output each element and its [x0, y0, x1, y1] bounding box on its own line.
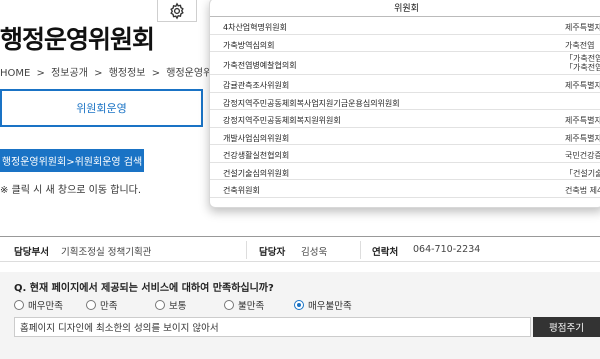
contact-info-bar: 담당부서 기획조정실 정책기획관 담당자 김성욱 연락처 064-710-223…: [0, 236, 600, 262]
manager-value: 김성욱: [301, 247, 328, 258]
opinion-input[interactable]: [14, 317, 531, 337]
radio-button[interactable]: [155, 300, 165, 310]
committee-basis: 「가축전염 「가축전염: [565, 54, 600, 72]
radio-button[interactable]: [86, 300, 96, 310]
phone-label: 연락처: [372, 247, 399, 258]
committee-name: 가축방역심의회: [223, 40, 275, 50]
new-window-notice: ※ 클릭 시 새 창으로 이동 합니다.: [0, 185, 142, 196]
survey-question: Q. 현재 페이지에서 제공되는 서비스에 대하여 만족하십니까?: [14, 283, 274, 294]
radio-button[interactable]: [14, 300, 24, 310]
radio-button-selected[interactable]: [294, 300, 304, 310]
option-label: 만족: [100, 301, 118, 312]
list-item[interactable]: 건축위원회 건축법 제4: [210, 180, 600, 198]
committee-name: 건설기술심의위원회: [223, 168, 290, 178]
committee-name: 가축전염병예찰협의회: [223, 61, 297, 70]
submit-rating-button[interactable]: 평점주기: [533, 317, 600, 337]
satisfaction-survey: Q. 현재 페이지에서 제공되는 서비스에 대하여 만족하십니까? 매우만족 만…: [0, 272, 600, 359]
option-very-dissatisfied[interactable]: 매우불만족: [294, 298, 352, 312]
committee-basis: 가축전염: [565, 40, 595, 50]
list-item[interactable]: 가축방역심의회 가축전염: [210, 35, 600, 52]
option-label: 보통: [169, 301, 187, 312]
list-item[interactable]: 건강생활실천협의회 국민건강증: [210, 145, 600, 163]
committee-basis: 제주특별자: [565, 81, 600, 90]
committee-name: 강정지역주민공동체회복지원위원회: [223, 116, 341, 125]
committee-basis: 제주특별자: [565, 23, 600, 32]
committee-name: 건강생활실천협의회: [223, 151, 290, 160]
option-satisfied[interactable]: 만족: [86, 298, 155, 312]
divider: [360, 241, 361, 259]
breadcrumb-sep: >: [151, 68, 161, 79]
option-label: 매우불만족: [308, 301, 352, 312]
list-item[interactable]: 건설기술심의위원회 「건설기술: [210, 163, 600, 180]
committee-basis: 「건설기술: [565, 168, 600, 178]
settings-button[interactable]: [157, 0, 197, 22]
committee-operation-box[interactable]: 위원회운영: [0, 89, 203, 127]
option-very-satisfied[interactable]: 매우만족: [14, 298, 86, 312]
list-item[interactable]: 4차산업혁명위원회 제주특별자: [210, 17, 600, 35]
option-label: 불만족: [238, 301, 265, 312]
option-neutral[interactable]: 보통: [155, 298, 224, 312]
committee-search-button[interactable]: 행정운영위원회>위원회운영 검색: [0, 149, 144, 172]
popup-header: 위원회: [210, 0, 600, 17]
phone-value: 064-710-2234: [413, 244, 481, 255]
list-item[interactable]: 개발사업심의위원회 제주특별자: [210, 128, 600, 145]
dept-label: 담당부서: [14, 247, 49, 258]
list-item[interactable]: 강정지역주민공동체회복지원위원회 제주특별자: [210, 110, 600, 128]
dept-value: 기획조정실 정책기획관: [61, 247, 152, 258]
list-item[interactable]: 감귤관측조사위원회 제주특별자: [210, 75, 600, 93]
survey-options: 매우만족 만족 보통 불만족 매우불만족: [14, 298, 352, 312]
breadcrumb-home[interactable]: HOME: [0, 68, 30, 79]
committee-name: 건축위원회: [223, 186, 260, 195]
committee-name: 4차산업혁명위원회: [223, 23, 287, 32]
list-item[interactable]: 감정지역주민공동체회복사업지원기금운용심의위원회: [210, 93, 600, 110]
committee-basis: 제주특별자: [565, 133, 600, 143]
committee-dropdown-popup: 위원회 4차산업혁명위원회 제주특별자 가축방역심의회 가축전염 가축전염병예찰…: [209, 0, 600, 208]
breadcrumb-sep: >: [94, 68, 103, 79]
committee-basis: 건축법 제4: [565, 186, 600, 195]
breadcrumb-admin-info[interactable]: 행정정보: [109, 68, 146, 79]
option-label: 매우만족: [28, 301, 63, 312]
committee-basis: 제주특별자: [565, 116, 600, 125]
committee-name: 개발사업심의위원회: [223, 133, 290, 143]
committee-basis: 국민건강증: [565, 151, 600, 160]
committee-name: 감정지역주민공동체회복사업지원기금운용심의위원회: [223, 98, 400, 108]
breadcrumb-sep: >: [36, 68, 45, 79]
divider: [246, 241, 247, 259]
breadcrumb-info[interactable]: 정보공개: [51, 68, 88, 79]
page-title: 행정운영위원회: [0, 25, 155, 54]
option-dissatisfied[interactable]: 불만족: [224, 298, 294, 312]
manager-label: 담당자: [259, 247, 286, 258]
radio-button[interactable]: [224, 300, 234, 310]
gear-icon: [170, 1, 184, 20]
list-item[interactable]: 가축전염병예찰협의회 「가축전염 「가축전염: [210, 52, 600, 75]
committee-name: 감귤관측조사위원회: [223, 81, 290, 90]
